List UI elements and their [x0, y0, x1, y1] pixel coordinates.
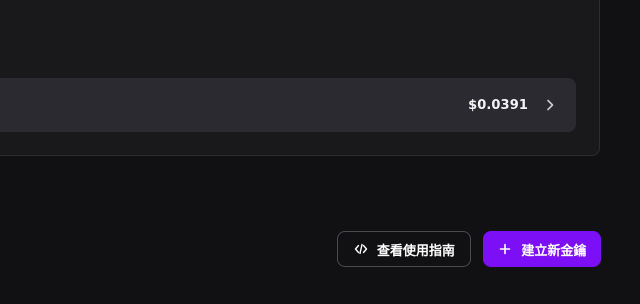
plus-icon	[497, 241, 513, 257]
create-key-button[interactable]: 建立新金鑰	[483, 231, 601, 267]
chevron-right-icon	[542, 97, 558, 113]
code-icon	[353, 241, 369, 257]
action-buttons: 查看使用指南 建立新金鑰	[337, 231, 601, 267]
view-guide-label: 查看使用指南	[376, 243, 455, 259]
view-guide-button[interactable]: 查看使用指南	[337, 231, 471, 267]
cost-value: $0.0391	[468, 97, 528, 113]
create-key-label: 建立新金鑰	[521, 243, 587, 259]
cost-summary-row[interactable]: $0.0391	[0, 78, 576, 132]
api-key-page: $0.0391 查看使用指南 建立新金鑰	[0, 0, 640, 304]
